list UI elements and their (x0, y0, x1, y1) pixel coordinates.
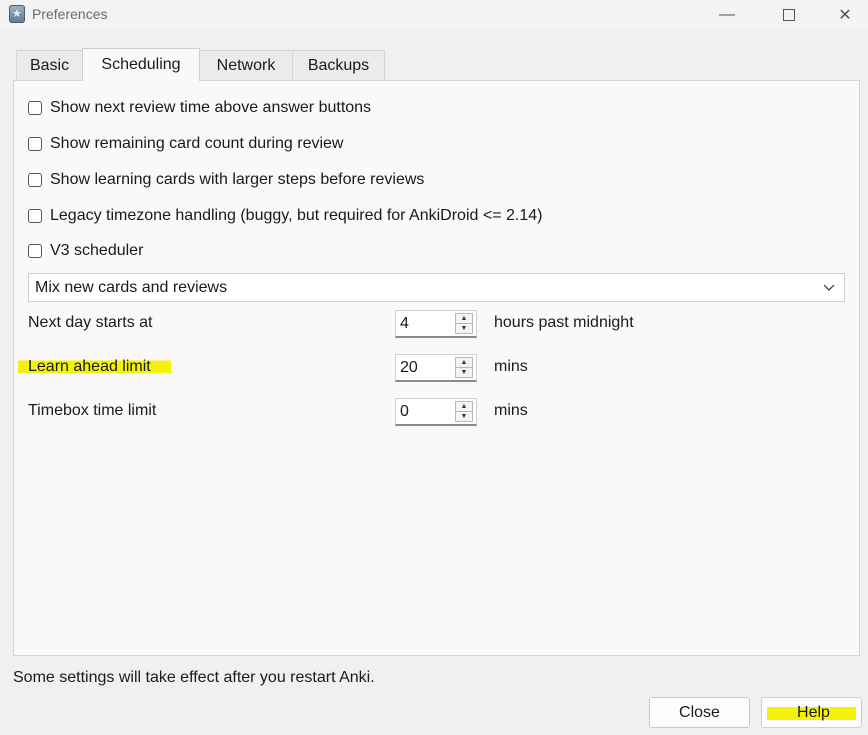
learn-ahead-limit-spinbox[interactable]: 20 ▲ ▼ (395, 354, 477, 382)
arrow-down-icon: ▼ (460, 413, 468, 420)
checkbox-box[interactable] (28, 101, 42, 115)
checkbox-label: Legacy timezone handling (buggy, but req… (50, 207, 543, 224)
maximize-icon (783, 9, 795, 21)
maximize-button[interactable] (766, 0, 812, 30)
spin-up-button[interactable]: ▲ (455, 401, 473, 412)
spinbox-value[interactable]: 4 (400, 315, 409, 333)
arrow-up-icon: ▲ (460, 403, 468, 410)
show-learning-cards-checkbox[interactable]: Show learning cards with larger steps be… (28, 169, 424, 191)
next-day-starts-unit: hours past midnight (494, 314, 634, 331)
window-close-button[interactable]: ✕ (822, 0, 868, 30)
title-bar: Preferences — ✕ (0, 0, 868, 30)
spin-up-button[interactable]: ▲ (455, 357, 473, 368)
show-next-review-time-checkbox[interactable]: Show next review time above answer butto… (28, 97, 371, 119)
new-review-order-select[interactable]: Mix new cards and reviews (28, 273, 845, 302)
tab-label: Basic (29, 56, 70, 74)
spinbox-value[interactable]: 0 (400, 403, 409, 421)
learn-ahead-limit-unit: mins (494, 358, 528, 375)
timebox-time-limit-label: Timebox time limit (28, 402, 157, 419)
chevron-down-icon (823, 284, 835, 291)
anki-icon (9, 5, 25, 23)
spinbox-value[interactable]: 20 (400, 359, 418, 377)
help-button[interactable]: Help (761, 697, 862, 728)
spin-down-button[interactable]: ▼ (455, 324, 473, 334)
spin-down-button[interactable]: ▼ (455, 412, 473, 422)
tab-scheduling[interactable]: Scheduling (82, 48, 200, 81)
tab-backups[interactable]: Backups (292, 50, 385, 80)
checkbox-label: Show learning cards with larger steps be… (50, 171, 425, 188)
tab-network[interactable]: Network (199, 50, 293, 80)
checkbox-label: V3 scheduler (50, 242, 144, 259)
arrow-down-icon: ▼ (460, 325, 468, 332)
arrow-up-icon: ▲ (460, 315, 468, 322)
minimize-button[interactable]: — (704, 0, 750, 30)
tab-label: Network (216, 56, 276, 74)
tab-label: Scheduling (101, 56, 181, 73)
checkbox-box[interactable] (28, 244, 42, 258)
arrow-up-icon: ▲ (460, 359, 468, 366)
select-value: Mix new cards and reviews (35, 278, 228, 296)
tab-basic[interactable]: Basic (16, 50, 83, 80)
button-label: Help (767, 703, 856, 722)
close-button[interactable]: Close (649, 697, 750, 728)
timebox-time-limit-spinbox[interactable]: 0 ▲ ▼ (395, 398, 477, 426)
spin-down-button[interactable]: ▼ (455, 368, 473, 378)
minimize-icon: — (719, 6, 735, 23)
button-label: Close (679, 703, 720, 721)
window-title: Preferences (32, 6, 108, 22)
yellow-highlight: Learn ahead limit (18, 358, 171, 375)
next-day-starts-spinbox[interactable]: 4 ▲ ▼ (395, 310, 477, 338)
learn-ahead-limit-label: Learn ahead limit (18, 358, 171, 376)
checkbox-label: Show remaining card count during review (50, 135, 344, 152)
close-icon: ✕ (838, 7, 852, 24)
checkbox-box[interactable] (28, 137, 42, 151)
v3-scheduler-checkbox[interactable]: V3 scheduler (28, 240, 143, 262)
timebox-time-limit-unit: mins (494, 402, 528, 419)
arrow-down-icon: ▼ (460, 369, 468, 376)
spin-up-button[interactable]: ▲ (455, 313, 473, 324)
show-remaining-count-checkbox[interactable]: Show remaining card count during review (28, 133, 343, 155)
checkbox-box[interactable] (28, 209, 42, 223)
checkbox-box[interactable] (28, 173, 42, 187)
next-day-starts-label: Next day starts at (28, 314, 153, 331)
checkbox-label: Show next review time above answer butto… (50, 99, 372, 116)
legacy-timezone-checkbox[interactable]: Legacy timezone handling (buggy, but req… (28, 205, 542, 227)
tab-label: Backups (307, 56, 370, 74)
restart-note: Some settings will take effect after you… (13, 669, 375, 686)
